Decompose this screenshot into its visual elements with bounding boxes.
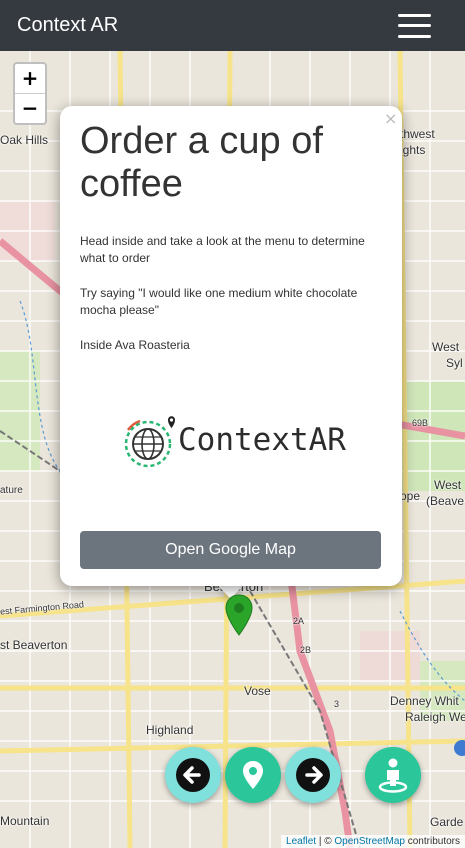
map-label-denney: Denney Whit — [390, 694, 459, 708]
map-label-raleigh: Raleigh We — [405, 710, 465, 724]
map-label-west-beav: West — [434, 478, 462, 492]
popup-instruction: Head inside and take a look at the menu … — [80, 234, 365, 265]
person-pin-icon — [378, 758, 408, 793]
popup-location: Inside Ava Roasteria — [80, 338, 190, 352]
arrow-left-icon — [176, 758, 210, 792]
map-label-garde: Garde — [430, 815, 464, 829]
map-marker-icon — [225, 594, 253, 636]
map-label-beav: (Beave — [426, 494, 465, 508]
zoom-out-button[interactable]: − — [15, 94, 45, 123]
location-button[interactable] — [225, 747, 281, 803]
map-label-oak-hills: Oak Hills — [0, 133, 49, 147]
osm-link[interactable]: OpenStreetMap — [334, 836, 405, 847]
map-label-heights: ights — [400, 143, 426, 157]
map-label-west-syl: West — [432, 340, 460, 354]
map-label-3: 3 — [334, 699, 340, 709]
map-pin-icon — [243, 761, 263, 789]
map-attribution: Leaflet | © OpenStreetMap contributors — [281, 835, 465, 848]
leaflet-link[interactable]: Leaflet — [286, 836, 316, 847]
map-label-syl: Syl — [446, 356, 463, 370]
zoom-control: + − — [13, 62, 47, 125]
map-label-2b: 2B — [300, 645, 312, 655]
logo-text: ContextAR — [178, 422, 346, 458]
popup-phrase: Try saying "I would like one medium whit… — [80, 286, 358, 317]
attribution-suffix: contributors — [404, 836, 460, 847]
map-label-2a: 2A — [293, 616, 305, 626]
map-label-vose: Vose — [244, 684, 271, 698]
previous-button[interactable] — [165, 747, 221, 803]
zoom-in-button[interactable]: + — [15, 64, 45, 94]
map-label-ature: ature — [0, 485, 23, 496]
next-button[interactable] — [285, 747, 341, 803]
map-label-w-beaverton: st Beaverton — [0, 638, 68, 652]
top-navbar: Context AR — [0, 0, 465, 51]
open-google-map-button[interactable]: Open Google Map — [80, 531, 381, 569]
popup-close-button[interactable]: × — [384, 109, 397, 128]
map-label-northwest: thwest — [400, 127, 435, 141]
attribution-separator: | © — [316, 836, 335, 847]
map-label-ope: ope — [400, 489, 421, 503]
ar-view-button[interactable] — [365, 747, 421, 803]
contextar-logo: ContextAR — [120, 410, 350, 480]
arrow-right-icon — [296, 758, 330, 792]
map-label-mountain: Mountain — [0, 814, 50, 828]
location-marker[interactable] — [225, 594, 253, 636]
globe-icon — [124, 416, 175, 468]
hamburger-icon[interactable] — [398, 12, 431, 40]
popup-title: Order a cup of coffee — [80, 120, 323, 205]
map-label-69b: 69B — [412, 418, 429, 428]
app-brand[interactable]: Context AR — [17, 14, 118, 37]
map-label-highland: Highland — [146, 723, 194, 737]
